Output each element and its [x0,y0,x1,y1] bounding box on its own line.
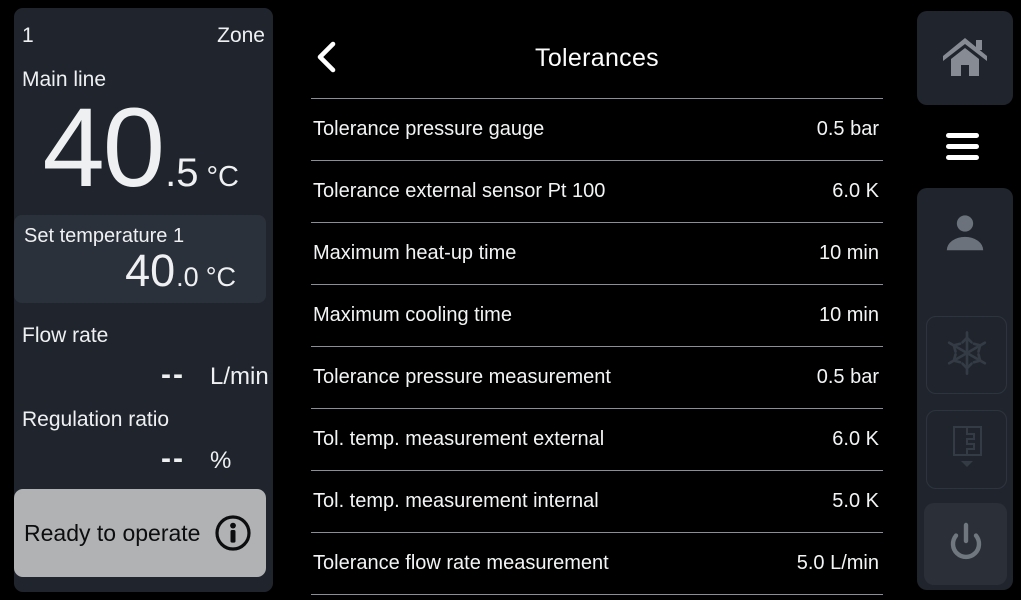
tolerance-row[interactable]: Tolerance external sensor Pt 100 6.0 K [311,161,883,223]
tolerance-row-value: 6.0 K [832,180,879,203]
nav-home-button[interactable] [917,11,1013,105]
tolerance-row-label: Tolerance external sensor Pt 100 [313,180,605,203]
set-temperature-label: Set temperature 1 [14,215,266,248]
actual-temp-decimal: .5 [165,151,198,195]
tolerance-row-label: Tol. temp. measurement internal [313,490,599,513]
zone-label: Zone [217,24,265,48]
zone-header: 1 Zone [14,8,273,48]
flow-rate-unit: L/min [210,363,269,391]
set-temperature-value: 40 .0 °C [14,246,266,296]
actual-temp-integer: 40 [43,86,164,209]
regulation-ratio-row: -- % [22,442,273,476]
zone-panel[interactable]: 1 Zone Main line 40 .5 °C Set temperatur… [14,8,273,592]
tolerance-row-label: Maximum cooling time [313,304,512,327]
actual-temp-unit: °C [206,162,239,194]
set-temp-decimal: .0 [176,263,199,293]
flow-rate-label: Flow rate [22,324,273,348]
nav-lower-group [917,188,1013,590]
tolerances-list: Tolerance pressure gauge 0.5 bar Toleran… [311,98,883,595]
tolerance-row[interactable]: Maximum cooling time 10 min [311,285,883,347]
tolerance-row-value: 6.0 K [832,428,879,451]
chevron-left-icon [313,62,339,77]
flow-rate-metric: Flow rate -- L/min [22,324,273,392]
nav-sidebar [917,0,1013,600]
home-icon [941,34,989,83]
tolerance-row[interactable]: Tol. temp. measurement internal 5.0 K [311,471,883,533]
tolerance-row-value: 5.0 L/min [797,552,879,575]
mold-valve-icon [943,422,991,477]
regulation-ratio-unit: % [210,447,231,475]
status-label: Ready to operate [24,520,200,547]
set-temperature-card[interactable]: Set temperature 1 40 .0 °C [14,215,266,303]
info-icon[interactable] [213,513,253,553]
tolerance-row[interactable]: Tolerance pressure gauge 0.5 bar [311,99,883,161]
back-button[interactable] [311,40,341,74]
tolerance-row-value: 5.0 K [832,490,879,513]
tolerance-row-value: 10 min [819,304,879,327]
tolerance-row[interactable]: Tol. temp. measurement external 6.0 K [311,409,883,471]
nav-menu-button[interactable] [917,105,1008,188]
tolerance-row-value: 10 min [819,242,879,265]
power-button[interactable] [924,503,1007,585]
regulation-ratio-label: Regulation ratio [22,408,273,432]
tolerance-row-value: 0.5 bar [817,118,879,141]
flow-rate-value: -- [22,358,185,392]
tolerance-row-label: Tolerance pressure measurement [313,366,611,389]
status-button[interactable]: Ready to operate [14,489,266,577]
tolerance-row[interactable]: Tolerance pressure measurement 0.5 bar [311,347,883,409]
tolerance-row[interactable]: Maximum heat-up time 10 min [311,223,883,285]
hmi-screen: 1 Zone Main line 40 .5 °C Set temperatur… [0,0,1021,600]
set-temp-unit: °C [206,263,236,293]
cooling-button[interactable] [926,316,1007,394]
user-icon [942,211,988,262]
nav-user-button[interactable] [917,198,1013,274]
tolerance-row-label: Tolerance pressure gauge [313,118,544,141]
actual-temperature: 40 .5 °C [14,86,273,209]
tolerance-row[interactable]: Tolerance flow rate measurement 5.0 L/mi… [311,533,883,595]
tolerances-page: Tolerances Tolerance pressure gauge 0.5 … [311,0,883,595]
regulation-ratio-metric: Regulation ratio -- % [22,408,273,476]
power-icon [942,518,990,571]
tolerance-row-label: Tolerance flow rate measurement [313,552,609,575]
snowflake-icon [941,327,993,384]
flow-rate-row: -- L/min [22,358,273,392]
set-temp-integer: 40 [125,246,175,296]
page-title: Tolerances [311,0,883,73]
tolerance-row-label: Tol. temp. measurement external [313,428,604,451]
menu-icon [946,133,979,160]
zone-number: 1 [22,24,34,48]
page-header: Tolerances [311,0,883,98]
tolerance-row-label: Maximum heat-up time [313,242,516,265]
regulation-ratio-value: -- [22,442,185,476]
external-sensor-button[interactable] [926,410,1007,489]
tolerance-row-value: 0.5 bar [817,366,879,389]
